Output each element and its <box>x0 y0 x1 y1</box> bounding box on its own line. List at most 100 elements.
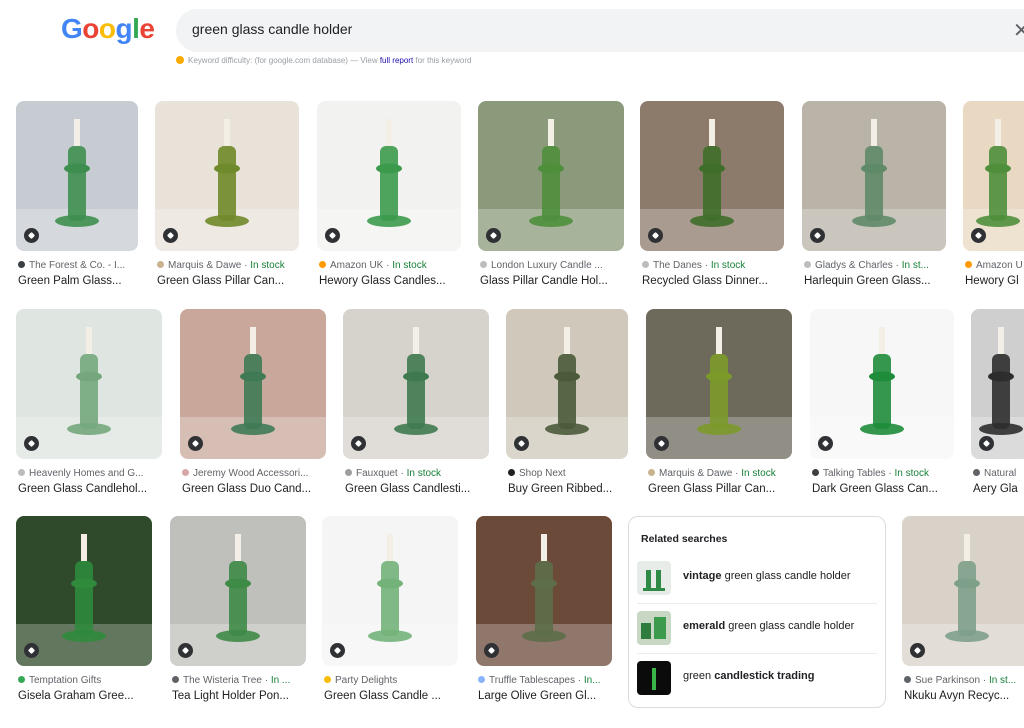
result-thumbnail[interactable] <box>16 309 162 459</box>
result-title[interactable]: Green Glass Candlehol... <box>18 483 162 495</box>
related-search-item[interactable]: emerald green glass candle holder <box>629 607 885 649</box>
image-result-card[interactable]: Fauxquet · In stock Green Glass Candlesti… <box>343 309 489 499</box>
result-title[interactable]: Green Glass Pillar Can... <box>648 483 792 495</box>
separator: · <box>261 675 271 686</box>
result-title[interactable]: Harlequin Green Glass... <box>804 275 946 287</box>
source-name: Gladys & Charles <box>815 260 893 271</box>
source-name: The Danes <box>653 260 702 271</box>
result-thumbnail[interactable] <box>16 101 138 251</box>
result-title[interactable]: Green Glass Candle ... <box>324 690 458 702</box>
image-result-card[interactable]: The Danes · In stock Recycled Glass Dinne… <box>640 101 784 291</box>
related-search-item[interactable]: vintage green glass candle holder <box>629 557 885 599</box>
image-result-card[interactable]: Amazon UK · In stock Hewory Glass Candles… <box>317 101 461 291</box>
close-icon[interactable]: ✕ <box>1013 18 1024 43</box>
favicon-icon <box>182 469 189 476</box>
image-result-card[interactable]: Natural Aery Gla <box>971 309 1024 499</box>
image-result-card[interactable]: London Luxury Candle ... Glass Pillar Can… <box>478 101 624 291</box>
image-result-card[interactable]: Party Delights Green Glass Candle ... <box>322 516 458 706</box>
product-tag-icon <box>810 228 825 243</box>
source-name: Party Delights <box>335 675 398 686</box>
image-result-card[interactable]: Marquis & Dawe · In stock Green Glass Pil… <box>155 101 299 291</box>
result-title[interactable]: Nkuku Avyn Recyc... <box>904 690 1024 702</box>
result-title[interactable]: Green Glass Duo Cand... <box>182 483 326 495</box>
google-logo[interactable]: Google <box>61 13 155 45</box>
result-title[interactable]: Large Olive Green Gl... <box>478 690 612 702</box>
image-result-card[interactable]: Shop Next Buy Green Ribbed... <box>506 309 628 499</box>
result-thumbnail[interactable] <box>317 101 461 251</box>
image-result-card[interactable]: Heavenly Homes and G... Green Glass Candl… <box>16 309 162 499</box>
product-tag-icon <box>188 436 203 451</box>
result-thumbnail[interactable] <box>646 309 792 459</box>
image-result-card[interactable]: Gladys & Charles · In st... Harlequin Gre… <box>802 101 946 291</box>
result-title[interactable]: Tea Light Holder Pon... <box>172 690 306 702</box>
result-title[interactable]: Green Glass Pillar Can... <box>157 275 299 287</box>
divider <box>637 603 877 604</box>
favicon-icon <box>965 261 972 268</box>
full-report-link[interactable]: full report <box>380 56 413 65</box>
result-title[interactable]: Green Palm Glass... <box>18 275 138 287</box>
result-thumbnail[interactable] <box>478 101 624 251</box>
image-result-card[interactable]: Truffle Tablescapes · In... Large Olive G… <box>476 516 612 706</box>
source-name: Fauxquet <box>356 468 398 479</box>
favicon-icon <box>804 261 811 268</box>
product-tag-icon <box>24 436 39 451</box>
result-title[interactable]: Hewory Gl <box>965 275 1024 287</box>
result-thumbnail[interactable] <box>343 309 489 459</box>
result-title[interactable]: Green Glass Candlesti... <box>345 483 489 495</box>
source-name: Natural <box>984 468 1017 479</box>
result-title[interactable]: Aery Gla <box>973 483 1024 495</box>
image-result-card[interactable]: Amazon U Hewory Gl <box>963 101 1024 291</box>
result-thumbnail[interactable] <box>971 309 1024 459</box>
product-tag-icon <box>325 228 340 243</box>
separator: · <box>574 675 584 686</box>
result-thumbnail[interactable] <box>180 309 326 459</box>
result-title[interactable]: Gisela Graham Gree... <box>18 690 152 702</box>
keyword-icon <box>176 56 184 64</box>
image-result-card[interactable]: Talking Tables · In stock Dark Green Glas… <box>810 309 954 499</box>
search-input[interactable] <box>192 21 972 37</box>
image-result-card[interactable]: The Forest & Co. - I... Green Palm Glass.… <box>16 101 138 291</box>
result-thumbnail[interactable] <box>802 101 946 251</box>
related-search-item[interactable]: green candlestick trading <box>629 657 885 699</box>
result-source: Amazon UK · In stock <box>319 260 461 271</box>
related-search-text: vintage green glass candle holder <box>683 570 851 582</box>
result-source: Heavenly Homes and G... <box>18 468 162 479</box>
result-title[interactable]: Buy Green Ribbed... <box>508 483 628 495</box>
result-source: Talking Tables · In stock <box>812 468 954 479</box>
image-result-card[interactable]: Jeremy Wood Accessori... Green Glass Duo … <box>180 309 326 499</box>
favicon-icon <box>157 261 164 268</box>
result-source: The Wisteria Tree · In ... <box>172 675 306 686</box>
favicon-icon <box>480 261 487 268</box>
result-thumbnail[interactable] <box>155 101 299 251</box>
separator: · <box>241 260 251 271</box>
image-result-card[interactable]: Sue Parkinson · In st... Nkuku Avyn Recyc… <box>902 516 1024 706</box>
result-thumbnail[interactable] <box>476 516 612 666</box>
favicon-icon <box>812 469 819 476</box>
product-tag-icon <box>178 643 193 658</box>
source-name: Amazon UK <box>330 260 384 271</box>
result-title[interactable]: Hewory Glass Candles... <box>319 275 461 287</box>
result-thumbnail[interactable] <box>506 309 628 459</box>
result-title[interactable]: Glass Pillar Candle Hol... <box>480 275 624 287</box>
product-tag-icon <box>514 436 529 451</box>
image-result-card[interactable]: The Wisteria Tree · In ... Tea Light Hold… <box>170 516 306 706</box>
product-tag-icon <box>484 643 499 658</box>
result-title[interactable]: Dark Green Glass Can... <box>812 483 954 495</box>
separator: · <box>397 468 407 479</box>
result-thumbnail[interactable] <box>640 101 784 251</box>
source-name: Sue Parkinson <box>915 675 981 686</box>
result-title[interactable]: Recycled Glass Dinner... <box>642 275 784 287</box>
stock-status: In st... <box>901 260 929 271</box>
image-result-card[interactable]: Temptation Gifts Gisela Graham Gree... <box>16 516 152 706</box>
result-thumbnail[interactable] <box>322 516 458 666</box>
search-bar[interactable]: ✕ <box>176 9 1024 52</box>
result-thumbnail[interactable] <box>902 516 1024 666</box>
result-thumbnail[interactable] <box>170 516 306 666</box>
related-search-text: green candlestick trading <box>683 670 815 682</box>
image-result-card[interactable]: Marquis & Dawe · In stock Green Glass Pil… <box>646 309 792 499</box>
result-thumbnail[interactable] <box>810 309 954 459</box>
favicon-icon <box>172 676 179 683</box>
result-source: London Luxury Candle ... <box>480 260 624 271</box>
result-thumbnail[interactable] <box>963 101 1024 251</box>
result-thumbnail[interactable] <box>16 516 152 666</box>
